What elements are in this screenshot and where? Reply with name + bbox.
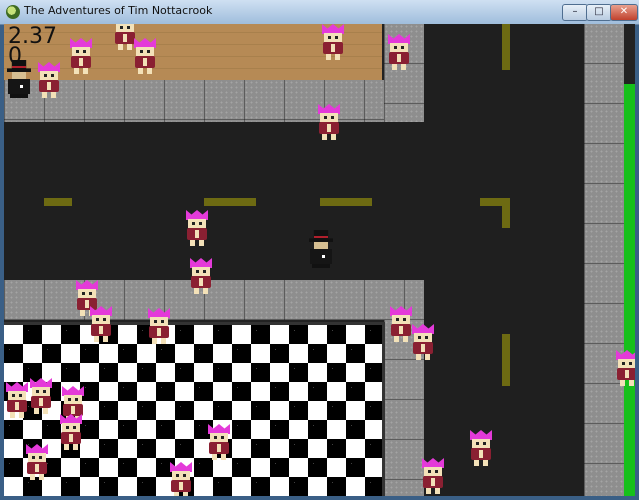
lane-marking (502, 198, 510, 228)
crowned-npc (4, 382, 30, 418)
crowned-npc (614, 350, 635, 386)
score-readout: 0 (8, 44, 22, 69)
crowned-npc (420, 458, 446, 494)
crowned-npc (320, 24, 346, 60)
close-button[interactable]: ✕ (610, 4, 638, 21)
game-window: The Adventures of Tim Nottacrook – □ ✕ 2… (0, 0, 639, 500)
crowned-npc (24, 444, 50, 480)
lane-marking (502, 24, 510, 70)
lane-marking (204, 198, 256, 206)
crowned-npc (188, 258, 214, 294)
crowned-npc (28, 378, 54, 414)
crowned-npc (386, 34, 412, 70)
crowned-npc (410, 324, 436, 360)
game-viewport[interactable]: 2.37 0 (4, 24, 635, 496)
minimize-button[interactable]: – (562, 4, 588, 21)
player-character[interactable] (306, 230, 336, 268)
crowned-npc (168, 462, 194, 496)
crowned-npc (146, 308, 172, 344)
grass-strip (624, 84, 635, 496)
lane-marking (502, 334, 510, 386)
maximize-button[interactable]: □ (586, 4, 612, 21)
sidewalk-north (4, 80, 424, 122)
window-title: The Adventures of Tim Nottacrook (24, 4, 213, 17)
title-bar[interactable]: The Adventures of Tim Nottacrook – □ ✕ (0, 0, 639, 25)
crowned-npc (58, 414, 84, 450)
crowned-npc (468, 430, 494, 466)
sidewalk-east (584, 24, 624, 496)
game-app-icon (6, 5, 20, 19)
lane-marking (320, 198, 372, 206)
crowned-npc (68, 38, 94, 74)
crowned-npc (88, 306, 114, 342)
lane-marking (44, 198, 72, 206)
crowned-npc (36, 62, 62, 98)
sidewalk-south (4, 280, 424, 320)
crowned-npc (206, 424, 232, 460)
crowned-npc (184, 210, 210, 246)
crowned-npc (132, 38, 158, 74)
crowned-npc (316, 104, 342, 140)
